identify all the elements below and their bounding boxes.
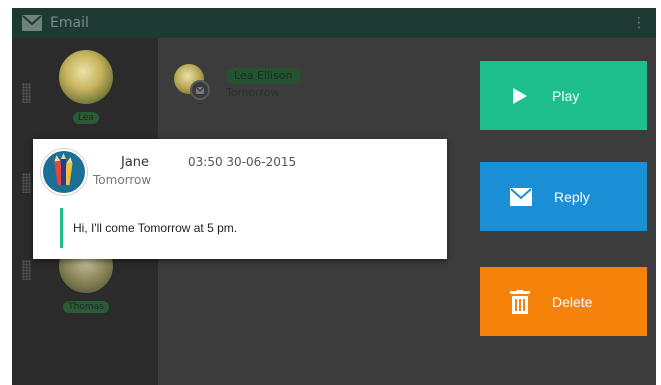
contact-name-badge: Lea xyxy=(73,112,99,124)
reply-button-label: Reply xyxy=(554,188,590,205)
pencil-avatar-icon xyxy=(54,153,73,186)
avatar xyxy=(58,49,114,105)
app-bar: Email ⋮ xyxy=(12,8,656,38)
list-item[interactable]: Lea Ellison Tomorrow xyxy=(174,64,301,100)
mail-badge-icon xyxy=(190,80,210,100)
sender-name: Jane xyxy=(121,155,150,170)
message-text: Hi, I'll come Tomorrow at 5 pm. xyxy=(73,221,238,235)
contact-name-badge: Thomas xyxy=(63,301,109,313)
list-item-subtitle: Tomorrow xyxy=(226,86,280,99)
message-datetime: 03:50 30-06-2015 xyxy=(188,155,297,169)
overflow-menu-icon[interactable]: ⋮ xyxy=(632,15,646,31)
sender-name-badge: Lea Ellison xyxy=(226,68,301,84)
sidebar-contact[interactable]: Lea xyxy=(58,49,114,124)
drag-handle-icon[interactable] xyxy=(22,173,31,193)
message-subtitle: Tomorrow xyxy=(93,173,152,187)
avatar xyxy=(41,149,87,195)
avatar xyxy=(174,64,210,100)
trash-icon xyxy=(510,289,530,314)
mail-icon xyxy=(510,187,532,206)
drag-handle-icon[interactable] xyxy=(22,83,31,103)
mail-icon xyxy=(22,15,42,31)
delete-button[interactable]: Delete xyxy=(480,267,647,336)
delete-button-label: Delete xyxy=(552,293,593,310)
play-icon xyxy=(513,87,527,104)
play-button-label: Play xyxy=(552,87,580,104)
quote-bar xyxy=(60,208,63,248)
drag-handle-icon[interactable] xyxy=(22,260,31,280)
play-button[interactable]: Play xyxy=(480,61,647,130)
app-title: Email xyxy=(50,15,89,31)
reply-button[interactable]: Reply xyxy=(480,162,647,231)
message-preview-card: Jane 03:50 30-06-2015 Tomorrow Hi, I'll … xyxy=(33,139,447,259)
